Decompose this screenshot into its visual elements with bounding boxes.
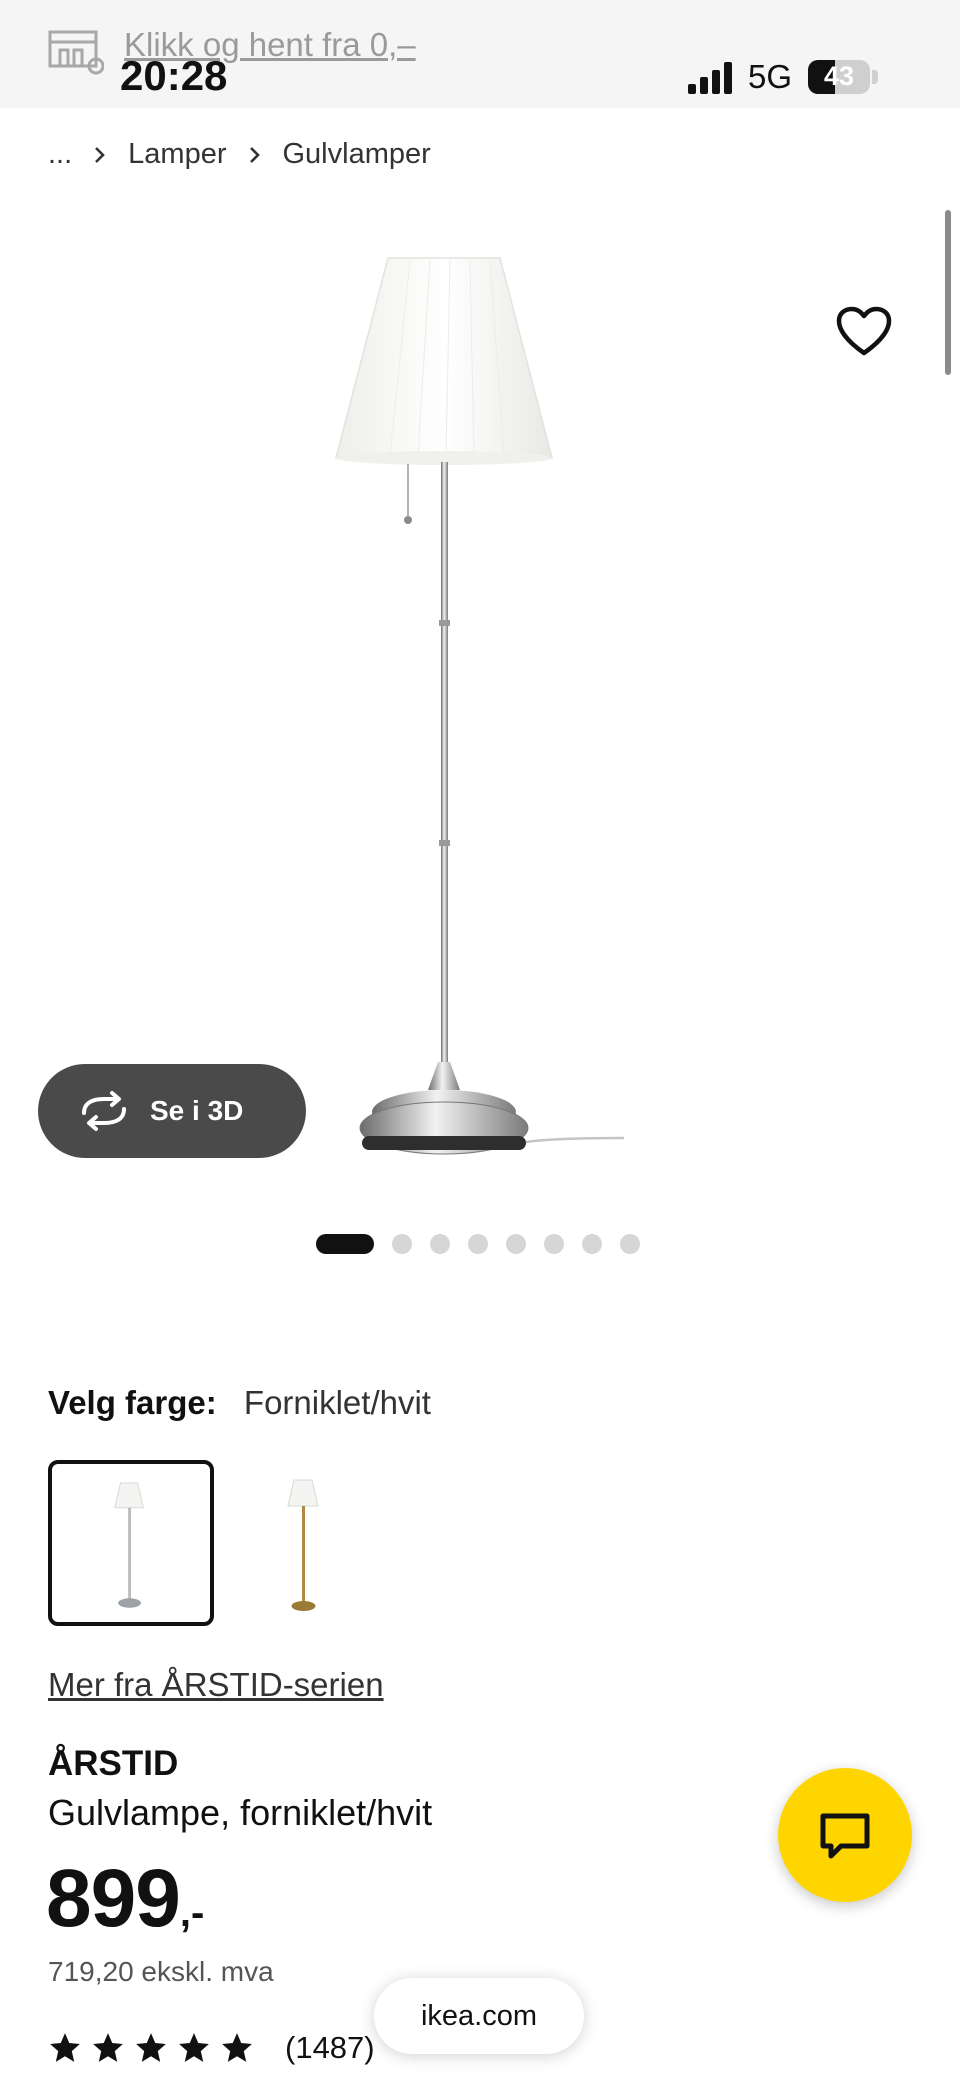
battery-icon: 43 — [808, 60, 870, 94]
product-image[interactable] — [300, 240, 660, 1180]
star-icon — [222, 2033, 252, 2062]
image-carousel-indicator[interactable] — [316, 1234, 658, 1254]
product-price: 899,- — [46, 1852, 204, 1946]
carousel-dot[interactable] — [582, 1234, 602, 1254]
color-variant-brass[interactable] — [222, 1460, 388, 1626]
carousel-dot[interactable] — [468, 1234, 488, 1254]
view-3d-button[interactable]: Se i 3D — [38, 1064, 306, 1158]
carousel-dot[interactable] — [544, 1234, 564, 1254]
star-icon — [179, 2033, 209, 2062]
star-icon — [93, 2033, 123, 2062]
price-suffix: ,- — [179, 1891, 205, 1935]
series-link[interactable]: Mer fra ÅRSTID-serien — [48, 1666, 384, 1704]
chevron-right-icon — [94, 145, 106, 165]
carousel-dot[interactable] — [620, 1234, 640, 1254]
status-time: 20:28 — [120, 52, 228, 99]
carousel-dot[interactable] — [430, 1234, 450, 1254]
rotate-3d-icon — [82, 1091, 126, 1131]
product-name: ÅRSTID — [48, 1744, 179, 1783]
selected-color: Forniklet/hvit — [243, 1384, 431, 1421]
color-variant-nickel[interactable] — [48, 1460, 214, 1626]
breadcrumb-gulvlamper[interactable]: Gulvlamper — [283, 138, 431, 171]
carousel-dot[interactable] — [316, 1234, 374, 1254]
color-selector-label: Velg farge: Forniklet/hvit — [48, 1384, 431, 1422]
status-bar: Klikk og hent fra 0,– 20:28 5G 43 — [0, 0, 960, 108]
url-bar[interactable]: ikea.com — [374, 1978, 584, 2054]
brass-floor-lamp-thumbnail-icon — [287, 1479, 319, 1611]
chat-button[interactable] — [778, 1768, 912, 1902]
nickel-floor-lamp-thumbnail-icon — [114, 1482, 144, 1608]
breadcrumb-lamper[interactable]: Lamper — [128, 138, 226, 171]
breadcrumb: ... Lamper Gulvlamper — [48, 138, 431, 171]
product-description: Gulvlampe, forniklet/hvit — [48, 1792, 433, 1833]
rating[interactable]: (1487) — [48, 2030, 375, 2066]
star-icon — [136, 2033, 166, 2062]
scrollbar[interactable] — [945, 210, 951, 375]
star-icon — [50, 2033, 80, 2062]
review-count[interactable]: (1487) — [285, 2030, 375, 2066]
carousel-dot[interactable] — [506, 1234, 526, 1254]
breadcrumb-ellipsis[interactable]: ... — [48, 138, 72, 171]
price-main: 899 — [46, 1853, 181, 1944]
battery-tip — [872, 70, 878, 84]
chevron-right-icon — [249, 145, 261, 165]
price-ex-vat: 719,20 ekskl. mva — [48, 1956, 274, 1987]
color-label: Velg farge: — [48, 1384, 217, 1421]
chat-icon — [820, 1813, 870, 1859]
carousel-dot[interactable] — [392, 1234, 412, 1254]
network-type: 5G — [748, 58, 793, 95]
battery-level: 43 — [823, 61, 855, 91]
view-3d-label: Se i 3D — [150, 1095, 244, 1126]
store-pickup-icon — [48, 30, 104, 75]
heart-icon[interactable] — [836, 306, 892, 358]
cellular-signal-icon — [688, 62, 732, 94]
